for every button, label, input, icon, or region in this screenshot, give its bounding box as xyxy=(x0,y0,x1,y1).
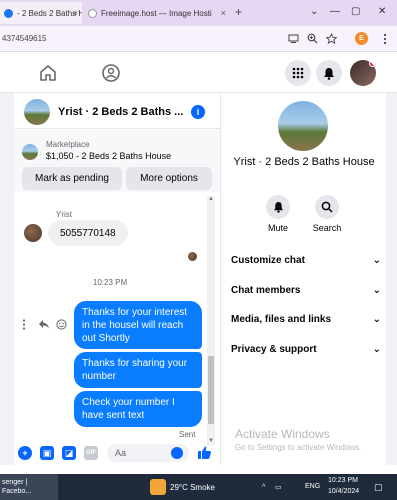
tab-facebook[interactable]: - 2 Beds 2 Baths H × xyxy=(0,2,82,24)
home-icon[interactable] xyxy=(38,63,58,83)
marketplace-label: Marketplace xyxy=(46,140,90,149)
language-indicator[interactable]: ENG xyxy=(305,483,320,490)
react-emoji-icon[interactable] xyxy=(56,319,67,330)
chat-scrollbar[interactable]: ▲ ▼ xyxy=(207,196,215,446)
section-privacy-support[interactable]: Privacy & support ⌄ xyxy=(231,344,381,355)
minimize-button[interactable]: — xyxy=(330,6,340,17)
scroll-up-arrow-icon[interactable]: ▲ xyxy=(207,196,215,202)
weather-icon[interactable] xyxy=(150,479,166,495)
mute-button[interactable] xyxy=(266,195,290,219)
message-composer: + ▣ ◪ GIF Aa xyxy=(14,443,220,465)
outgoing-message[interactable]: Check your number I have sent text xyxy=(74,391,202,427)
grid-menu-icon xyxy=(292,67,304,79)
weather-text[interactable]: 29°C Smoke xyxy=(170,483,215,492)
right-gutter xyxy=(386,93,397,465)
tab-label: Freeimage.host — Image Hosti xyxy=(101,8,212,18)
sticker-icon[interactable]: ◪ xyxy=(62,446,76,460)
info-icon[interactable]: i xyxy=(191,105,205,119)
notification-dot xyxy=(369,60,376,67)
bell-icon xyxy=(273,201,283,213)
chat-left-gutter xyxy=(0,93,14,465)
network-icon[interactable]: ▭ xyxy=(275,483,282,491)
clock-date[interactable]: 10/4/2024 xyxy=(328,488,359,495)
close-window-button[interactable]: ✕ xyxy=(378,6,386,17)
tab-close-icon[interactable]: × xyxy=(73,8,78,18)
incoming-message[interactable]: 5055770148 xyxy=(48,220,128,246)
activate-windows-subtitle: Go to Settings to activate Windows. xyxy=(235,443,362,452)
notification-center-icon[interactable]: ▢ xyxy=(374,482,383,493)
taskbar-messenger-app[interactable]: senger | Facebo... xyxy=(0,474,58,500)
scrollbar-thumb[interactable] xyxy=(208,356,214,424)
section-chat-members[interactable]: Chat members ⌄ xyxy=(231,285,381,296)
sender-name: Yrist xyxy=(56,210,72,219)
chevron-down-icon: ⌄ xyxy=(372,344,381,355)
page-bottom-strip xyxy=(0,465,397,474)
sender-avatar[interactable] xyxy=(24,224,42,242)
url-text[interactable]: 4374549615 xyxy=(2,34,47,43)
section-label: Chat members xyxy=(231,285,301,296)
chat-avatar[interactable] xyxy=(24,99,50,125)
reply-icon[interactable] xyxy=(38,319,50,330)
address-bar[interactable]: 4374549615 xyxy=(0,26,397,52)
chevron-down-icon: ⌄ xyxy=(372,285,381,296)
message-timestamp: 10:23 PM xyxy=(92,278,128,287)
bell-icon xyxy=(324,67,334,80)
listing-title[interactable]: $1,050 - 2 Beds 2 Baths House xyxy=(46,151,171,161)
chat-panel: Yrist · 2 Beds 2 Baths ... i Marketplace… xyxy=(14,93,220,465)
gif-icon[interactable]: GIF xyxy=(84,446,98,460)
tray-chevron-icon[interactable]: ^ xyxy=(262,484,265,491)
screen-cast-icon[interactable] xyxy=(288,33,299,44)
more-options-button[interactable]: More options xyxy=(126,167,212,190)
mark-as-pending-button[interactable]: Mark as pending xyxy=(22,167,122,190)
notifications-button[interactable] xyxy=(316,60,342,86)
message-more-icon[interactable] xyxy=(22,319,26,330)
conversation-info-panel: Yrist · 2 Beds 2 Baths House Mute Search… xyxy=(220,93,386,465)
listing-thumbnail[interactable] xyxy=(22,144,38,160)
zoom-icon[interactable] xyxy=(307,33,318,44)
browser-profile-avatar[interactable]: E xyxy=(355,32,368,45)
freeimage-favicon-icon xyxy=(88,8,97,18)
menu-grid-button[interactable] xyxy=(285,60,311,86)
clock-time[interactable]: 10:23 PM xyxy=(328,477,358,484)
chevron-down-icon: ⌄ xyxy=(372,255,381,266)
tab-search-icon[interactable]: ⌄ xyxy=(310,6,318,17)
plus-icon[interactable]: + xyxy=(18,446,32,460)
account-avatar[interactable] xyxy=(350,60,376,86)
maximize-button[interactable]: ▢ xyxy=(351,6,360,17)
conversation-avatar[interactable] xyxy=(278,101,328,151)
tab-freeimage[interactable]: Freeimage.host — Image Hosti × xyxy=(84,2,230,24)
photo-icon[interactable]: ▣ xyxy=(40,446,54,460)
facebook-favicon-icon xyxy=(4,8,13,18)
search-icon xyxy=(321,201,333,213)
tab-close-icon[interactable]: × xyxy=(221,8,226,18)
seen-indicator-avatar xyxy=(188,252,197,261)
windows-taskbar: senger | Facebo... 29°C Smoke ^ ▭ ENG 10… xyxy=(0,474,397,500)
activate-windows-title: Activate Windows xyxy=(235,427,330,441)
bookmark-star-icon[interactable] xyxy=(326,33,337,44)
new-tab-button[interactable]: + xyxy=(235,5,242,19)
chevron-down-icon: ⌄ xyxy=(372,314,381,325)
chat-header[interactable]: Yrist · 2 Beds 2 Baths ... i xyxy=(14,93,220,129)
emoji-icon[interactable] xyxy=(171,447,183,459)
search-conversation-button[interactable] xyxy=(315,195,339,219)
chat-title[interactable]: Yrist · 2 Beds 2 Baths ... xyxy=(58,106,188,118)
groups-icon[interactable] xyxy=(101,63,121,83)
section-label: Customize chat xyxy=(231,255,305,266)
outgoing-message[interactable]: Thanks for sharing your number xyxy=(74,352,202,388)
search-label: Search xyxy=(312,223,342,233)
thumbs-up-icon[interactable] xyxy=(197,445,212,460)
section-media-files-links[interactable]: Media, files and links ⌄ xyxy=(231,314,381,325)
section-label: Privacy & support xyxy=(231,344,317,355)
browser-tab-strip: - 2 Beds 2 Baths H × Freeimage.host — Im… xyxy=(0,0,397,26)
outgoing-message[interactable]: Thanks for your interest in the housel w… xyxy=(74,301,202,349)
browser-menu-icon[interactable] xyxy=(382,33,388,45)
sent-status: Sent xyxy=(179,430,196,439)
section-customize-chat[interactable]: Customize chat ⌄ xyxy=(231,255,381,266)
section-label: Media, files and links xyxy=(231,314,332,325)
conversation-title: Yrist · 2 Beds 2 Baths House xyxy=(233,156,375,168)
